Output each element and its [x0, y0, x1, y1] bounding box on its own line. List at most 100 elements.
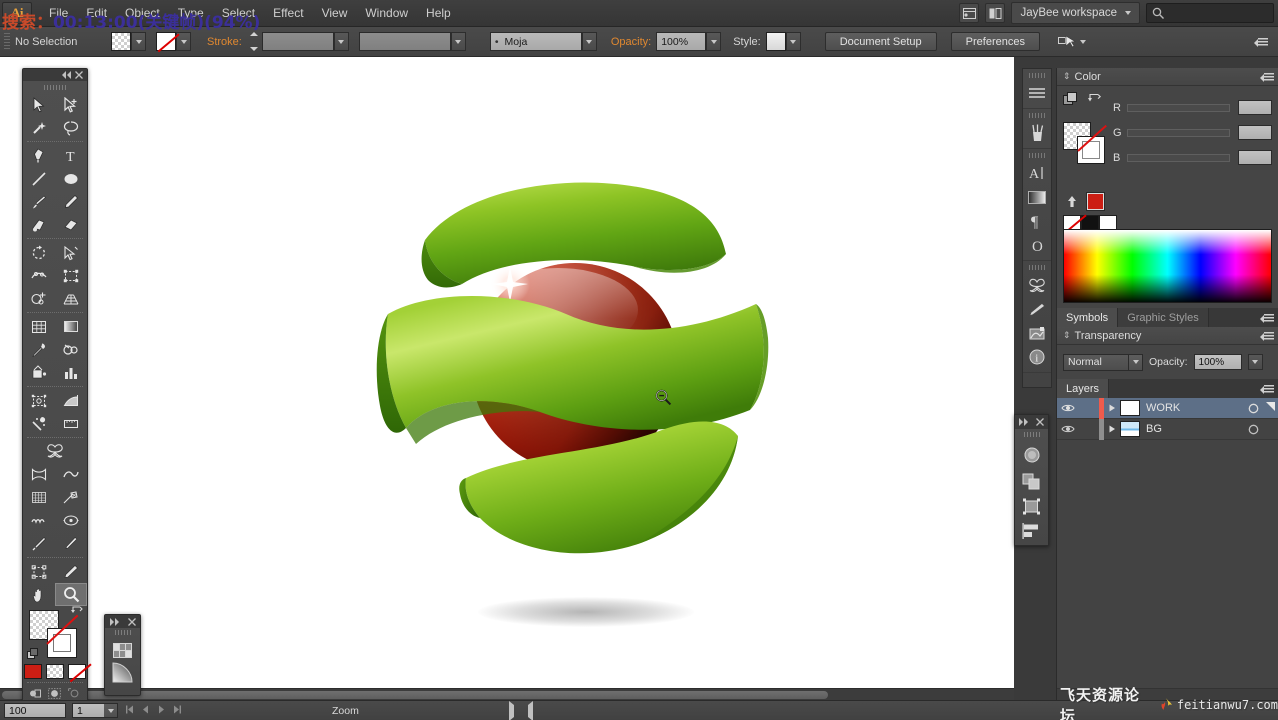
table-row[interactable]: BG [1057, 418, 1278, 440]
color-slider-g[interactable]: G [1113, 125, 1272, 140]
gradient-panel-icon[interactable] [112, 662, 133, 683]
swap-fill-stroke-icon[interactable] [71, 606, 83, 618]
style-swatch[interactable] [765, 32, 786, 51]
menu-effect[interactable]: Effect [264, 2, 312, 24]
magic-wand-tool[interactable] [23, 116, 55, 139]
live-paint-bucket-tool[interactable] [23, 361, 55, 384]
width-tool[interactable] [23, 264, 55, 287]
gradient-mode-button[interactable] [46, 664, 64, 679]
swatch-white[interactable] [1099, 215, 1117, 230]
align-icon[interactable] [1022, 523, 1041, 539]
tools-panel-grip[interactable] [44, 83, 66, 91]
draw-inside-icon[interactable] [66, 685, 83, 701]
opacity-dropdown[interactable] [706, 32, 722, 51]
control-bar-grip[interactable] [4, 32, 10, 51]
perspective-grid-tool[interactable] [55, 287, 87, 310]
paragraph-icon[interactable]: ¶ [1023, 209, 1051, 233]
draw-normal-icon[interactable] [27, 685, 44, 701]
menu-help[interactable]: Help [417, 2, 460, 24]
collapse-right-icon[interactable] [1019, 418, 1028, 426]
hand-tool[interactable] [23, 583, 55, 606]
layers-panel-menu-icon[interactable] [1260, 383, 1274, 395]
rotate-tool[interactable] [23, 241, 55, 264]
column-graph-tool[interactable] [55, 361, 87, 384]
collapse-left-icon[interactable] [62, 71, 71, 79]
measure-tool[interactable] [55, 412, 87, 435]
preferences-button[interactable]: Preferences [950, 32, 1040, 51]
smooth-tool[interactable] [55, 560, 87, 583]
control-bar-menu-icon[interactable] [1254, 36, 1268, 48]
layer-expand-icon[interactable] [1104, 404, 1120, 412]
workspace-switcher[interactable]: JayBee workspace [1011, 2, 1140, 24]
eyedropper-tool[interactable] [23, 338, 55, 361]
slice-tool[interactable] [55, 389, 87, 412]
nav-next-icon[interactable] [157, 705, 166, 717]
opacity-field[interactable]: 100% [656, 32, 707, 51]
transparency-opacity-field[interactable]: 100% [1193, 354, 1242, 370]
slider-track-b[interactable] [1127, 153, 1230, 162]
search-input[interactable] [1146, 3, 1274, 23]
tab-symbols[interactable]: Symbols [1057, 308, 1119, 327]
close-icon[interactable] [1036, 418, 1044, 426]
layer-visibility-icon[interactable] [1057, 424, 1079, 434]
status-expand-icon[interactable] [508, 700, 514, 720]
mini-panel-header[interactable] [105, 615, 140, 628]
links-icon[interactable] [1023, 321, 1051, 345]
bloat-tool[interactable] [55, 509, 87, 532]
scallop-tool[interactable] [23, 509, 55, 532]
layer-expand-icon[interactable] [1104, 425, 1120, 433]
dock-grip[interactable] [1029, 153, 1045, 158]
slider-value-r[interactable] [1238, 100, 1272, 115]
character-icon[interactable]: O [1023, 233, 1051, 257]
symbols-panel-menu-icon[interactable] [1260, 312, 1274, 324]
scissors-tool[interactable] [55, 532, 87, 555]
pen-tool[interactable] [23, 144, 55, 167]
menu-window[interactable]: Window [356, 2, 417, 24]
draw-behind-icon[interactable] [46, 685, 63, 701]
artboard-dropdown-icon[interactable] [104, 704, 117, 717]
close-icon[interactable] [127, 617, 136, 626]
stroke-weight-stepper[interactable] [249, 32, 261, 51]
warp-tool[interactable] [23, 463, 55, 486]
collapse-right-icon[interactable] [109, 617, 119, 626]
dock-grip[interactable] [1029, 73, 1045, 78]
shape-builder-tool[interactable] [23, 287, 55, 310]
floating-panel-header[interactable] [1015, 415, 1048, 429]
gradient-icon[interactable] [1023, 185, 1051, 209]
layer-name[interactable]: BG [1146, 423, 1240, 435]
color-swatch-red[interactable] [24, 664, 42, 679]
brushes-icon[interactable] [1023, 121, 1051, 145]
current-color-swatch[interactable] [1086, 192, 1105, 211]
swatches-icon[interactable] [113, 643, 132, 658]
ellipse-tool[interactable] [55, 167, 87, 190]
symbols-group-tool[interactable] [23, 440, 87, 463]
tools-panel-header[interactable] [23, 69, 87, 81]
free-distort-tool[interactable] [55, 463, 87, 486]
table-row[interactable]: WORK [1057, 397, 1278, 419]
dock-grip[interactable] [1029, 265, 1045, 270]
3d-effects-icon[interactable] [1022, 445, 1042, 465]
pencil-tool[interactable] [55, 190, 87, 213]
status-collapse-icon[interactable] [527, 700, 533, 720]
scale-tool[interactable] [55, 241, 87, 264]
close-icon[interactable] [75, 71, 83, 79]
dock-grip[interactable] [1029, 113, 1045, 118]
stroke-profile-field[interactable] [358, 32, 451, 51]
transparency-opacity-dropdown[interactable] [1247, 354, 1263, 370]
artboard-number-field[interactable]: 1 [72, 703, 118, 718]
tab-graphic-styles[interactable]: Graphic Styles [1118, 308, 1209, 327]
style-dropdown[interactable] [785, 32, 801, 51]
layer-name[interactable]: WORK [1146, 402, 1240, 414]
stroke-color-swatch[interactable] [47, 628, 77, 658]
crop-tool[interactable] [23, 560, 55, 583]
stroke-profile-dropdown[interactable] [450, 32, 466, 51]
nav-last-icon[interactable] [173, 705, 182, 717]
pathfinder-icon[interactable] [1022, 473, 1041, 490]
nav-first-icon[interactable] [125, 705, 134, 717]
free-transform-tool[interactable] [55, 264, 87, 287]
mini-panel-grip[interactable] [114, 630, 131, 635]
eraser-tool[interactable] [55, 213, 87, 236]
canvas-artboard[interactable] [0, 57, 1014, 700]
swap-fill-stroke-icon[interactable] [1088, 93, 1101, 106]
knife-tool[interactable] [23, 532, 55, 555]
